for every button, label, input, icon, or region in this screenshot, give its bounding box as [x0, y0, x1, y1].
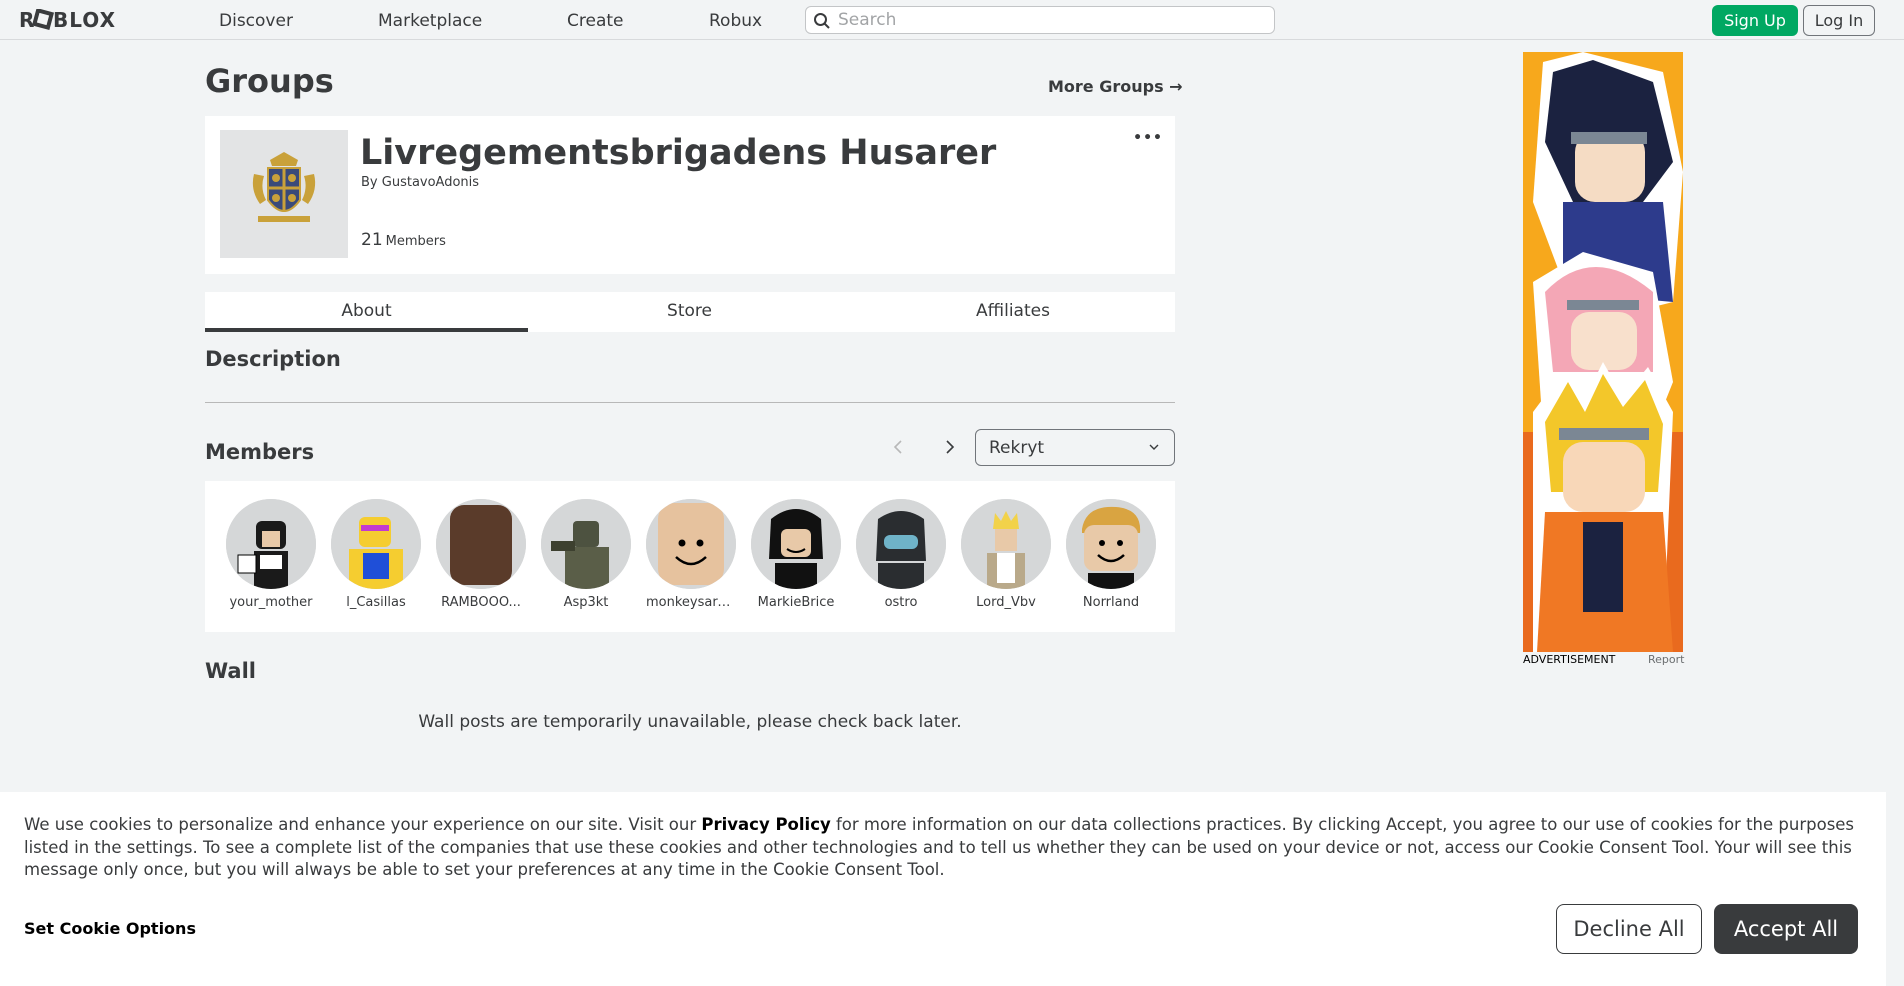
member-item[interactable]: Asp3kt [536, 499, 636, 610]
wall-unavailable-message: Wall posts are temporarily unavailable, … [418, 712, 962, 732]
page-title: Groups [205, 62, 334, 100]
nav-create[interactable]: Create [567, 11, 624, 31]
privacy-policy-link[interactable]: Privacy Policy [701, 815, 830, 834]
rank-dropdown[interactable]: Rekryt [975, 429, 1175, 466]
member-item[interactable]: RAMBOOO... [431, 499, 531, 610]
avatar-image [751, 499, 841, 589]
nav-discover[interactable]: Discover [219, 11, 293, 31]
chevron-left-icon[interactable] [888, 436, 908, 458]
member-name: l_Casillas [346, 595, 406, 610]
top-nav-bar: R BLOX Discover Marketplace Create Robux… [0, 0, 1904, 40]
avatar [751, 499, 841, 589]
cookie-message: We use cookies to personalize and enhanc… [24, 814, 1864, 882]
member-item[interactable]: Lord_Vbv [956, 499, 1056, 610]
nav-marketplace[interactable]: Marketplace [378, 11, 482, 31]
roblox-logo[interactable]: R BLOX [19, 7, 137, 37]
avatar-image [856, 499, 946, 589]
search-input[interactable] [838, 10, 1258, 30]
member-item[interactable]: monkeysare... [641, 499, 741, 610]
nav-robux[interactable]: Robux [709, 11, 762, 31]
member-name: your_mother [229, 595, 313, 610]
member-name: MarkieBrice [757, 595, 835, 610]
wall-heading: Wall [205, 659, 256, 683]
set-cookie-options-link[interactable]: Set Cookie Options [24, 919, 196, 938]
search-icon [814, 13, 830, 29]
avatar [436, 499, 526, 589]
rank-dropdown-value: Rekryt [989, 438, 1045, 458]
decline-all-button[interactable]: Decline All [1556, 904, 1702, 954]
avatar-image [961, 499, 1051, 589]
avatar [961, 499, 1051, 589]
tab-affiliates[interactable]: Affiliates [851, 292, 1175, 332]
advertisement-banner[interactable] [1523, 52, 1683, 652]
member-count-value: 21 [361, 230, 383, 250]
avatar-image [1066, 499, 1156, 589]
member-item[interactable]: MarkieBrice [746, 499, 846, 610]
members-list: your_mother l_Casillas RAMBOOO... Asp3kt… [205, 481, 1175, 632]
avatar [856, 499, 946, 589]
more-groups-link[interactable]: More Groups → [1048, 77, 1183, 96]
anime-ad-image [1523, 52, 1683, 652]
avatar [331, 499, 421, 589]
chevron-down-icon [1149, 444, 1159, 450]
svg-text:R: R [19, 9, 35, 31]
avatar [646, 499, 736, 589]
cookie-consent-banner: We use cookies to personalize and enhanc… [0, 792, 1886, 986]
group-header-card: Livregementsbrigadens Husarer By Gustavo… [205, 116, 1175, 274]
member-name: Lord_Vbv [976, 595, 1036, 610]
avatar [541, 499, 631, 589]
group-menu-button[interactable]: ••• [1133, 130, 1163, 146]
group-emblem [220, 130, 348, 258]
member-name: Asp3kt [563, 595, 609, 610]
description-heading: Description [205, 347, 341, 371]
tab-store[interactable]: Store [528, 292, 851, 332]
members-heading: Members [205, 440, 315, 464]
search-box[interactable] [805, 6, 1275, 34]
avatar [226, 499, 316, 589]
member-name: monkeysare... [646, 595, 736, 610]
group-name: Livregementsbrigadens Husarer [360, 133, 997, 173]
member-item[interactable]: l_Casillas [326, 499, 426, 610]
page-scrollbar[interactable] [1886, 40, 1904, 986]
cookie-text-start: We use cookies to personalize and enhanc… [24, 815, 702, 834]
member-count-label: Members [385, 234, 446, 249]
member-name: Norrland [1082, 595, 1140, 610]
roblox-logo-icon: R BLOX [19, 7, 116, 32]
member-item[interactable]: Norrland [1061, 499, 1161, 610]
avatar-image [226, 499, 316, 589]
avatar-image [646, 499, 736, 589]
member-item[interactable]: ostro [851, 499, 951, 610]
member-name: RAMBOOO... [441, 595, 521, 610]
avatar [1066, 499, 1156, 589]
group-owner-link[interactable]: GustavoAdonis [382, 175, 479, 190]
member-name: ostro [884, 595, 918, 610]
member-count: 21 Members [361, 230, 446, 250]
sign-up-button[interactable]: Sign Up [1712, 5, 1798, 36]
section-divider [205, 402, 1175, 403]
tab-about[interactable]: About [205, 292, 528, 332]
report-ad-link[interactable]: Report [1648, 653, 1684, 666]
avatar-image [331, 499, 421, 589]
coat-of-arms-icon [220, 130, 348, 258]
avatar-image [436, 499, 526, 589]
group-tabs: About Store Affiliates [205, 292, 1175, 332]
avatar-image [541, 499, 631, 589]
log-in-button[interactable]: Log In [1803, 5, 1875, 36]
advertisement-label: ADVERTISEMENT [1523, 653, 1616, 666]
chevron-right-icon[interactable] [940, 436, 960, 458]
by-label: By [361, 175, 378, 190]
svg-text:BLOX: BLOX [53, 9, 116, 31]
accept-all-button[interactable]: Accept All [1714, 904, 1858, 954]
member-item[interactable]: your_mother [221, 499, 321, 610]
group-owner-line: By GustavoAdonis [361, 175, 479, 190]
